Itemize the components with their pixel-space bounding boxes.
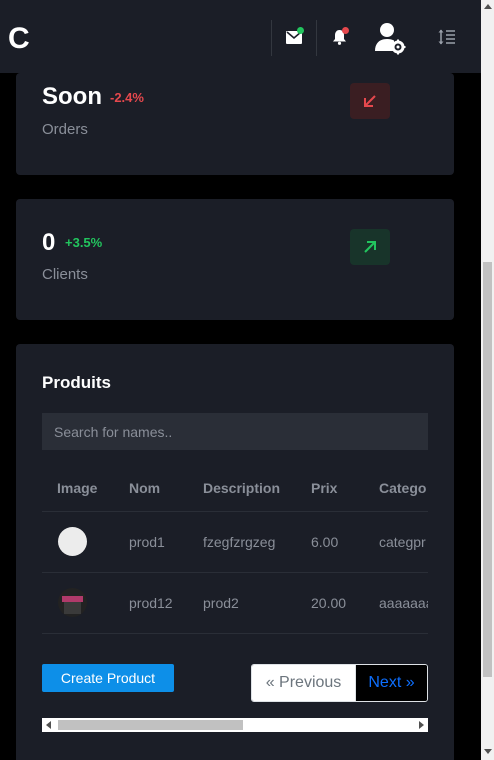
user-settings-icon[interactable] [372, 20, 408, 56]
pagination: « Previous Next » [251, 664, 428, 702]
arrow-up-right-icon [350, 229, 390, 265]
orders-change: -2.4% [110, 90, 144, 105]
navbar-divider [316, 20, 317, 56]
product-image [58, 527, 87, 556]
products-table: Image Nom Description Prix Catego prod1 … [42, 464, 428, 634]
product-prix: 20.00 [311, 595, 347, 611]
scroll-right-icon[interactable] [419, 721, 424, 729]
navbar-divider [271, 20, 272, 56]
column-header-nom[interactable]: Nom [129, 480, 160, 496]
scroll-up-icon[interactable] [484, 4, 492, 9]
orders-label: Orders [42, 121, 88, 138]
bell-icon[interactable] [324, 22, 354, 52]
row-divider [42, 511, 428, 512]
next-page-button[interactable]: Next » [355, 665, 427, 701]
products-card: Produits Image Nom Description Prix Cate… [16, 344, 454, 760]
column-header-description[interactable]: Description [203, 480, 280, 496]
scroll-down-icon[interactable] [484, 749, 492, 754]
mail-icon[interactable] [279, 22, 309, 52]
products-title: Produits [42, 373, 111, 392]
top-navbar: C [0, 0, 481, 73]
column-header-image[interactable]: Image [57, 480, 97, 496]
sort-list-icon[interactable] [432, 22, 462, 52]
table-horizontal-scrollbar[interactable] [42, 718, 428, 732]
product-nom: prod12 [129, 595, 173, 611]
scrollbar-thumb[interactable] [483, 262, 492, 677]
product-nom: prod1 [129, 534, 165, 550]
orders-value: Soon [42, 83, 102, 110]
bell-notification-dot [342, 27, 349, 34]
product-description: prod2 [203, 595, 239, 611]
previous-page-button[interactable]: « Previous [252, 665, 355, 701]
brand-logo[interactable]: C [8, 22, 30, 56]
column-header-prix[interactable]: Prix [311, 480, 337, 496]
row-divider [42, 572, 428, 573]
clients-label: Clients [42, 266, 88, 283]
scroll-left-icon[interactable] [46, 721, 51, 729]
clients-change: +3.5% [65, 235, 103, 250]
product-search-input[interactable] [42, 413, 428, 450]
column-header-categorie[interactable]: Catego [379, 480, 426, 496]
arrow-down-left-icon [350, 83, 390, 119]
clients-value: 0 [42, 229, 56, 256]
product-image [58, 588, 87, 617]
scrollbar-thumb[interactable] [58, 720, 243, 730]
product-description: fzegfzrgzeg [203, 534, 276, 550]
product-prix: 6.00 [311, 534, 339, 550]
product-categorie: categpr [379, 534, 426, 550]
create-product-button[interactable]: Create Product [42, 664, 174, 692]
row-divider [42, 633, 428, 634]
orders-stat-card: Soon -2.4% Orders [16, 73, 454, 175]
mail-notification-dot [297, 27, 304, 34]
product-categorie: aaaaaaa [379, 595, 428, 611]
page-vertical-scrollbar[interactable] [481, 0, 494, 760]
clients-stat-card: 0 +3.5% Clients [16, 199, 454, 320]
